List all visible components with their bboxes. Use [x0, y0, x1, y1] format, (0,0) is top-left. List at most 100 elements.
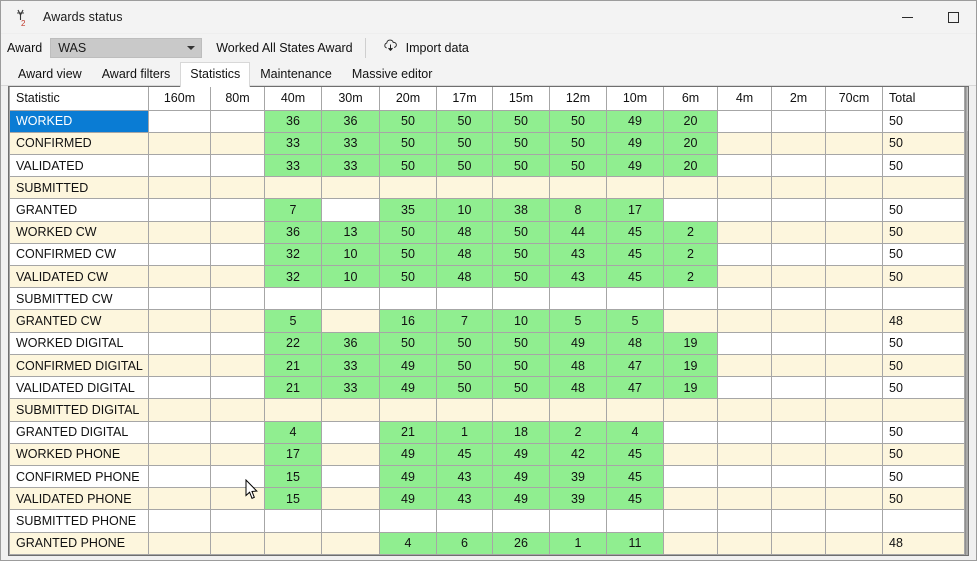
- cell-20m[interactable]: [379, 398, 437, 422]
- cell-10m[interactable]: 49: [606, 109, 664, 133]
- cell-6m[interactable]: [663, 487, 718, 511]
- cell-15m[interactable]: 50: [492, 220, 550, 244]
- col-header-20m[interactable]: 20m: [379, 87, 437, 111]
- cell-total[interactable]: 50: [882, 442, 965, 467]
- cell-15m[interactable]: 50: [492, 109, 550, 133]
- cell-2m[interactable]: [771, 531, 826, 555]
- cell-total[interactable]: 50: [882, 464, 965, 489]
- cell-10m[interactable]: 17: [606, 198, 664, 222]
- cell-17m[interactable]: 50: [436, 376, 493, 400]
- row-label[interactable]: VALIDATED: [9, 153, 149, 178]
- cell-4m[interactable]: [717, 420, 772, 444]
- cell-40m[interactable]: [264, 287, 322, 311]
- cell-6m[interactable]: 2: [663, 265, 718, 289]
- table-row[interactable]: VALIDATED CW 32 10 50 48 50 43 45 2 50: [9, 265, 965, 289]
- cell-160m[interactable]: [148, 287, 211, 311]
- cell-80m[interactable]: [210, 198, 265, 222]
- cell-40m[interactable]: 33: [264, 131, 322, 155]
- cell-80m[interactable]: [210, 487, 265, 511]
- cell-160m[interactable]: [148, 420, 211, 444]
- cell-40m[interactable]: 5: [264, 309, 322, 333]
- cell-15m[interactable]: 50: [492, 331, 550, 355]
- cell-4m[interactable]: [717, 487, 772, 511]
- cell-30m[interactable]: [321, 464, 380, 489]
- cell-40m[interactable]: 33: [264, 153, 322, 178]
- cell-15m[interactable]: 49: [492, 464, 550, 489]
- cell-2m[interactable]: [771, 376, 826, 400]
- cell-15m[interactable]: 50: [492, 376, 550, 400]
- cell-160m[interactable]: [148, 220, 211, 244]
- cell-80m[interactable]: [210, 131, 265, 155]
- cell-70cm[interactable]: [825, 376, 883, 400]
- cell-12m[interactable]: 1: [549, 531, 607, 555]
- cell-30m[interactable]: 10: [321, 265, 380, 289]
- cell-30m[interactable]: 36: [321, 109, 380, 133]
- cell-10m[interactable]: 45: [606, 265, 664, 289]
- cell-12m[interactable]: 2: [549, 420, 607, 444]
- cell-total[interactable]: 50: [882, 220, 965, 244]
- cell-4m[interactable]: [717, 398, 772, 422]
- cell-17m[interactable]: 48: [436, 220, 493, 244]
- cell-17m[interactable]: 6: [436, 531, 493, 555]
- cell-20m[interactable]: 50: [379, 109, 437, 133]
- cell-17m[interactable]: 48: [436, 242, 493, 267]
- import-data-button[interactable]: Import data: [378, 36, 473, 60]
- cell-160m[interactable]: [148, 509, 211, 533]
- cell-20m[interactable]: 49: [379, 353, 437, 378]
- cell-80m[interactable]: [210, 309, 265, 333]
- cell-6m[interactable]: [663, 442, 718, 467]
- row-label[interactable]: SUBMITTED PHONE: [9, 509, 149, 533]
- col-header-6m[interactable]: 6m: [663, 87, 718, 111]
- cell-4m[interactable]: [717, 287, 772, 311]
- cell-15m[interactable]: 50: [492, 353, 550, 378]
- cell-12m[interactable]: 50: [549, 153, 607, 178]
- cell-total[interactable]: 50: [882, 487, 965, 511]
- cell-160m[interactable]: [148, 242, 211, 267]
- cell-80m[interactable]: [210, 220, 265, 244]
- cell-6m[interactable]: 20: [663, 109, 718, 133]
- cell-4m[interactable]: [717, 376, 772, 400]
- cell-2m[interactable]: [771, 509, 826, 533]
- cell-20m[interactable]: 49: [379, 464, 437, 489]
- cell-20m[interactable]: 35: [379, 198, 437, 222]
- cell-6m[interactable]: 2: [663, 242, 718, 267]
- cell-4m[interactable]: [717, 309, 772, 333]
- cell-70cm[interactable]: [825, 265, 883, 289]
- cell-2m[interactable]: [771, 442, 826, 467]
- cell-20m[interactable]: 4: [379, 531, 437, 555]
- cell-30m[interactable]: [321, 176, 380, 200]
- cell-70cm[interactable]: [825, 131, 883, 155]
- cell-15m[interactable]: [492, 509, 550, 533]
- cell-2m[interactable]: [771, 420, 826, 444]
- cell-2m[interactable]: [771, 131, 826, 155]
- cell-17m[interactable]: 50: [436, 331, 493, 355]
- cell-15m[interactable]: 49: [492, 442, 550, 467]
- cell-6m[interactable]: [663, 176, 718, 200]
- cell-10m[interactable]: 49: [606, 153, 664, 178]
- table-row[interactable]: CONFIRMED CW 32 10 50 48 50 43 45 2 50: [9, 242, 965, 267]
- row-label[interactable]: CONFIRMED CW: [9, 242, 149, 267]
- cell-80m[interactable]: [210, 376, 265, 400]
- cell-17m[interactable]: [436, 287, 493, 311]
- cell-80m[interactable]: [210, 420, 265, 444]
- cell-80m[interactable]: [210, 464, 265, 489]
- cell-10m[interactable]: [606, 176, 664, 200]
- cell-10m[interactable]: [606, 509, 664, 533]
- cell-total[interactable]: 50: [882, 353, 965, 378]
- table-row[interactable]: VALIDATED PHONE 15 49 43 49 39 45 50: [9, 487, 965, 511]
- col-header-statistic[interactable]: Statistic: [9, 87, 149, 111]
- table-row[interactable]: VALIDATED 33 33 50 50 50 50 49 20 50: [9, 153, 965, 178]
- cell-17m[interactable]: 7: [436, 309, 493, 333]
- row-label[interactable]: CONFIRMED PHONE: [9, 464, 149, 489]
- cell-10m[interactable]: 47: [606, 353, 664, 378]
- cell-20m[interactable]: 49: [379, 487, 437, 511]
- cell-17m[interactable]: 43: [436, 487, 493, 511]
- cell-160m[interactable]: [148, 531, 211, 555]
- table-row[interactable]: SUBMITTED CW: [9, 287, 965, 311]
- tab-massive-editor[interactable]: Massive editor: [342, 63, 443, 86]
- cell-40m[interactable]: 32: [264, 242, 322, 267]
- cell-40m[interactable]: 32: [264, 265, 322, 289]
- cell-20m[interactable]: 21: [379, 420, 437, 444]
- cell-80m[interactable]: [210, 509, 265, 533]
- cell-70cm[interactable]: [825, 420, 883, 444]
